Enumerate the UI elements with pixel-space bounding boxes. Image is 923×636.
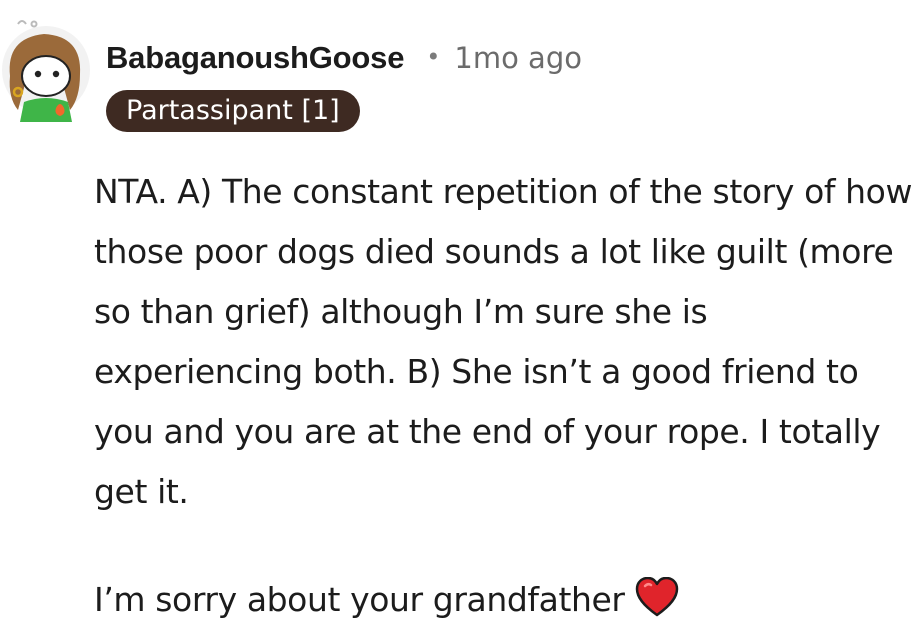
comment-paragraph: I’m sorry about your grandfather — [94, 570, 914, 630]
comment-body: NTA. A) The constant repetition of the s… — [94, 162, 914, 630]
comment-timestamp[interactable]: 1mo ago — [454, 41, 582, 75]
avatar-icon — [2, 20, 90, 122]
user-avatar[interactable] — [0, 18, 104, 122]
username-link[interactable]: BabaganoushGoose — [106, 40, 404, 76]
heart-emoji-icon — [635, 576, 679, 617]
comment-meta: BabaganoushGoose • 1mo ago — [106, 36, 582, 80]
meta-separator: • — [426, 43, 441, 71]
user-flair: Partassipant [1] — [106, 90, 360, 132]
comment-paragraph-text: I’m sorry about your grandfather — [94, 580, 625, 619]
comment-paragraph: NTA. A) The constant repetition of the s… — [94, 172, 913, 511]
comment: BabaganoushGoose • 1mo ago Partassipant … — [0, 0, 923, 636]
